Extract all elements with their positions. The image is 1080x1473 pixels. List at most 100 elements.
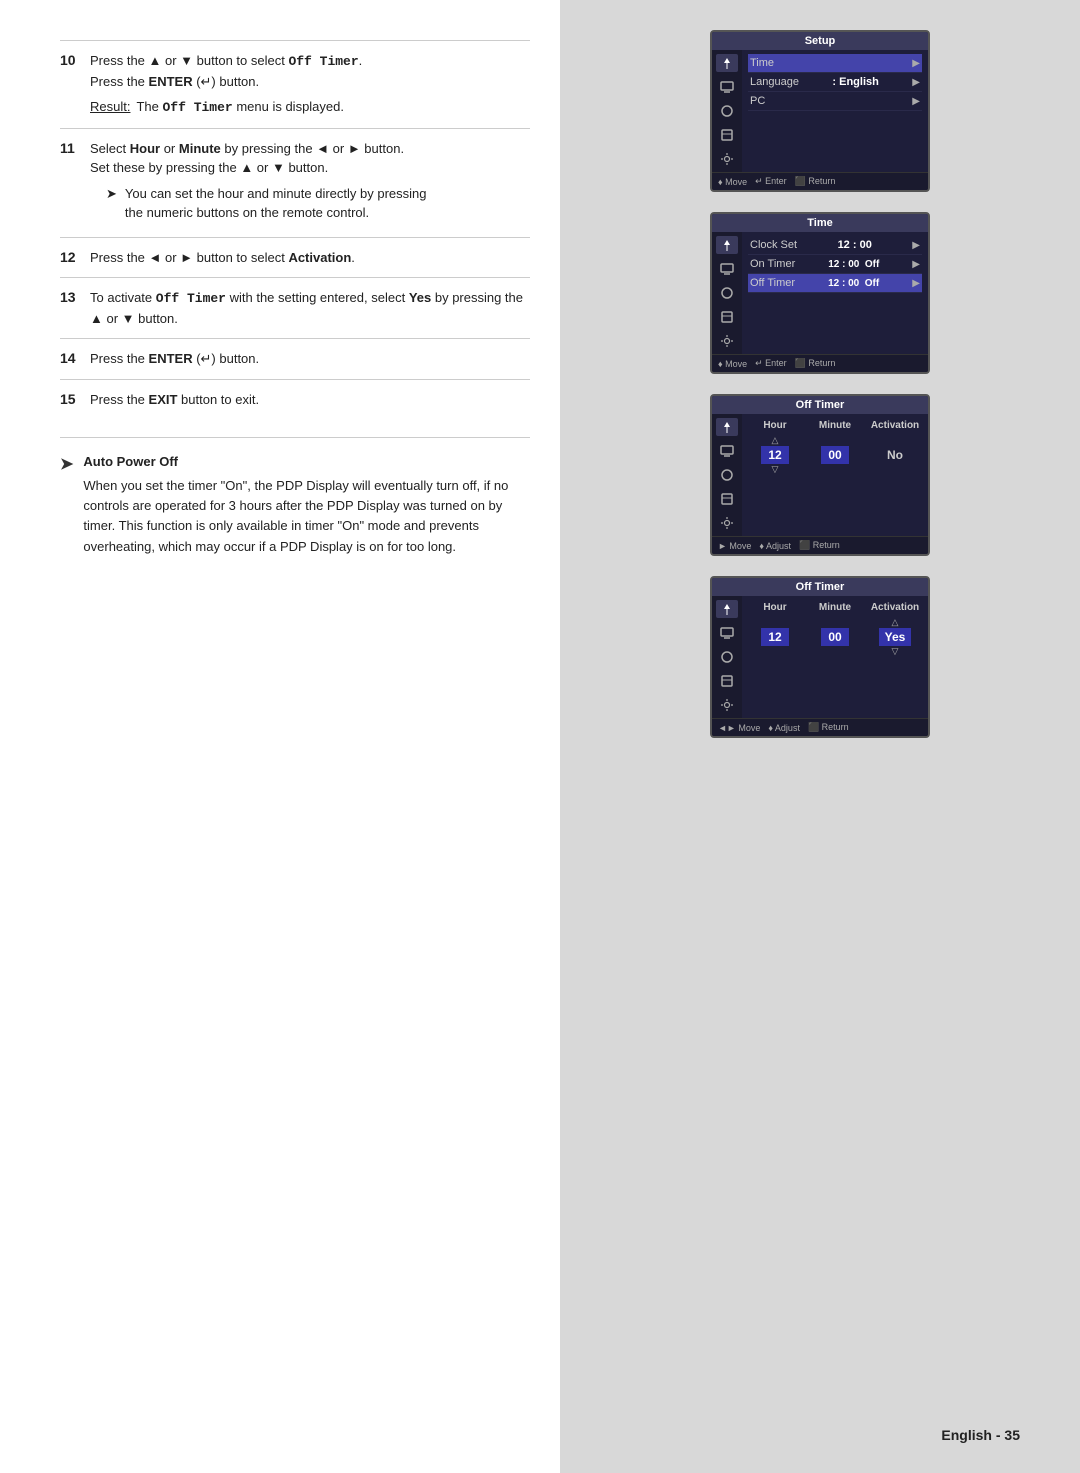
ot2-minute-label: Minute	[810, 602, 860, 613]
setup-footer: ♦ Move ↵ Enter ⬛ Return	[712, 172, 928, 190]
left-panel: 10 Press the ▲ or ▼ button to select Off…	[0, 0, 560, 1473]
ot1-icon2	[716, 442, 738, 460]
ot1-hour-value: 12	[761, 446, 789, 464]
ot1-header: Hour Minute Activation	[746, 418, 924, 433]
setup-main: Time ▶ Language : English ▶ PC ▶	[742, 50, 928, 172]
ot1-minute-label: Minute	[810, 420, 860, 431]
setup-footer-enter: ↵ Enter	[755, 176, 787, 187]
time-footer-move: ♦ Move	[718, 358, 747, 369]
sidebar-icon-display	[716, 78, 738, 96]
time-body: Clock Set 12 : 00 ▶ On Timer 12 : 00 Off…	[712, 232, 928, 354]
step-13-content: To activate Off Timer with the setting e…	[90, 288, 530, 328]
ot2-hour-cell: 12	[750, 628, 800, 646]
step-15-number: 15	[60, 390, 90, 410]
ot1-values-row: △ 12 ▽ 00 No	[746, 433, 924, 477]
ot2-icon4	[716, 672, 738, 690]
setup-footer-move: ♦ Move	[718, 176, 747, 187]
step-11-content: Select Hour or Minute by pressing the ◄ …	[90, 139, 530, 227]
time-clockset-row: Clock Set 12 : 00 ▶	[748, 236, 922, 255]
ot2-footer-adjust: ♦ Adjust	[768, 722, 800, 733]
step-12-content: Press the ◄ or ► button to select Activa…	[90, 248, 530, 268]
time-screen: Time Clock	[710, 212, 930, 374]
note-title: Auto Power Off	[83, 452, 530, 472]
step-14-number: 14	[60, 349, 90, 369]
time-footer: ♦ Move ↵ Enter ⬛ Return	[712, 354, 928, 372]
time-sidebar-icon2	[716, 260, 738, 278]
ot2-icon2	[716, 624, 738, 642]
ot2-activation-label: Activation	[870, 602, 920, 613]
ot1-hour-cell: △ 12 ▽	[750, 435, 800, 475]
ot1-activation-cell: No	[870, 446, 920, 464]
ot2-icon1	[716, 600, 738, 618]
sidebar-icon-gear	[716, 150, 738, 168]
setup-screen: Setup Time	[710, 30, 930, 192]
time-sidebar-icon5	[716, 332, 738, 350]
sidebar-icon-circle	[716, 102, 738, 120]
time-sidebar-icon4	[716, 308, 738, 326]
sidebar-icon-book	[716, 126, 738, 144]
step-11-number: 11	[60, 139, 90, 227]
result-label: Result:	[90, 97, 130, 118]
time-offtimer-row: Off Timer 12 : 00 Off ▶	[748, 274, 922, 293]
off-timer-2-title: Off Timer	[712, 578, 928, 596]
ot2-hour-value: 12	[761, 628, 789, 646]
setup-time-row: Time ▶	[748, 54, 922, 73]
step-15-row: 15 Press the EXIT button to exit.	[60, 379, 530, 420]
ot2-activation-value: Yes	[879, 628, 912, 646]
ot1-footer-adjust: ♦ Adjust	[759, 540, 791, 551]
ot1-icon1	[716, 418, 738, 436]
step-13-row: 13 To activate Off Timer with the settin…	[60, 277, 530, 338]
step-12-number: 12	[60, 248, 90, 268]
ot2-minute-cell: 00	[810, 628, 860, 646]
ot1-activation-label: Activation	[870, 420, 920, 431]
ot1-icon5	[716, 514, 738, 532]
setup-language-row: Language : English ▶	[748, 73, 922, 92]
time-title-bar: Time	[712, 214, 928, 232]
ot2-footer-return: ⬛ Return	[808, 722, 849, 733]
time-sidebar	[712, 232, 742, 354]
off-timer-2-main: Hour Minute Activation 12 00 △ Yes ▽	[742, 596, 928, 718]
off-timer-screen-1: Off Timer	[710, 394, 930, 556]
setup-body: Time ▶ Language : English ▶ PC ▶	[712, 50, 928, 172]
off-timer-screen-2: Off Timer	[710, 576, 930, 738]
time-sidebar-icon1	[716, 236, 738, 254]
ot2-minute-value: 00	[821, 628, 849, 646]
off-timer-1-main: Hour Minute Activation △ 12 ▽ 00 No	[742, 414, 928, 536]
step-15-content: Press the EXIT button to exit.	[90, 390, 530, 410]
note-arrow-icon: ➤	[60, 454, 73, 557]
ot1-footer-return: ⬛ Return	[799, 540, 840, 551]
step-10-content: Press the ▲ or ▼ button to select Off Ti…	[90, 51, 530, 118]
ot2-icon5	[716, 696, 738, 714]
note-text: When you set the timer "On", the PDP Dis…	[83, 478, 508, 553]
setup-sidebar	[712, 50, 742, 172]
ot1-footer-move: ► Move	[718, 540, 751, 551]
ot1-icon3	[716, 466, 738, 484]
ot2-footer-move: ◄► Move	[718, 722, 760, 733]
note-body: Auto Power Off When you set the timer "O…	[83, 452, 530, 557]
right-panel: Setup Time	[560, 0, 1080, 1473]
off-timer-1-body: Hour Minute Activation △ 12 ▽ 00 No	[712, 414, 928, 536]
result-text: The Off Timer menu is displayed.	[136, 97, 344, 118]
step-12-row: 12 Press the ◄ or ► button to select Act…	[60, 237, 530, 278]
page-number: English - 35	[941, 1427, 1020, 1443]
time-main: Clock Set 12 : 00 ▶ On Timer 12 : 00 Off…	[742, 232, 928, 354]
time-sidebar-icon3	[716, 284, 738, 302]
ot1-footer: ► Move ♦ Adjust ⬛ Return	[712, 536, 928, 554]
step-10-number: 10	[60, 51, 90, 118]
step-11-row: 11 Select Hour or Minute by pressing the…	[60, 128, 530, 237]
step-14-row: 14 Press the ENTER (↵) button.	[60, 338, 530, 379]
step-10-row: 10 Press the ▲ or ▼ button to select Off…	[60, 40, 530, 128]
ot1-icon4	[716, 490, 738, 508]
off-timer-1-sidebar	[712, 414, 742, 536]
setup-pc-row: PC ▶	[748, 92, 922, 111]
ot1-minute-cell: 00	[810, 446, 860, 464]
page-footer: English - 35	[941, 1427, 1020, 1443]
ot2-header: Hour Minute Activation	[746, 600, 924, 615]
step-11-note: ➤ You can set the hour and minute direct…	[106, 184, 530, 223]
ot2-footer: ◄► Move ♦ Adjust ⬛ Return	[712, 718, 928, 736]
ot1-activation-value: No	[881, 446, 909, 464]
ot2-icon3	[716, 648, 738, 666]
off-timer-1-title: Off Timer	[712, 396, 928, 414]
time-footer-enter: ↵ Enter	[755, 358, 787, 369]
off-timer-2-body: Hour Minute Activation 12 00 △ Yes ▽	[712, 596, 928, 718]
